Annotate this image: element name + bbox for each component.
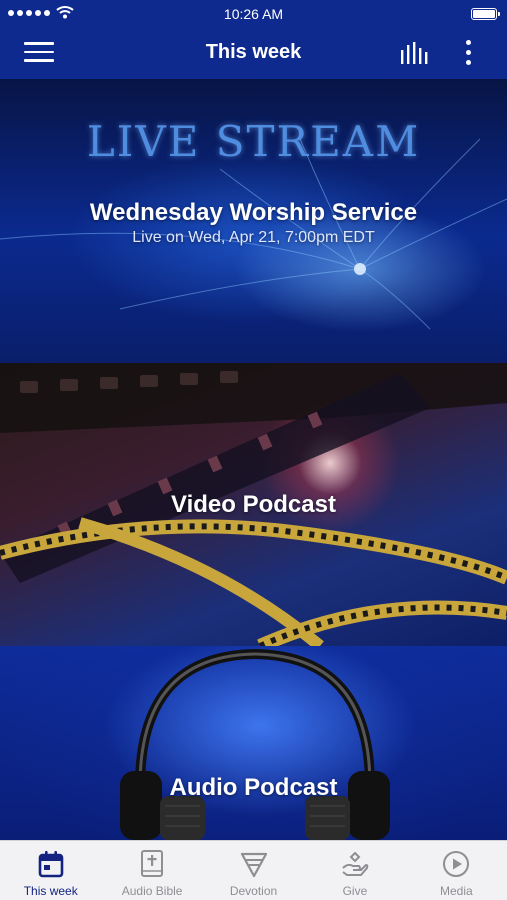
live-stream-schedule: Live on Wed, Apr 21, 7:00pm EDT	[132, 229, 375, 246]
audio-podcast-card[interactable]: Audio Podcast	[0, 646, 507, 840]
tab-devotion[interactable]: Devotion	[203, 841, 304, 900]
tab-bar: This week Audio Bible Devotion Give Medi…	[0, 840, 507, 900]
tab-this-week[interactable]: This week	[0, 841, 101, 900]
live-stream-heading: LIVE STREAM	[86, 117, 421, 166]
video-podcast-title: Video Podcast	[171, 491, 336, 518]
audio-podcast-title: Audio Podcast	[169, 774, 338, 801]
tab-label: Give	[342, 884, 368, 898]
page-title: This week	[205, 41, 302, 63]
tab-give[interactable]: Give	[304, 841, 405, 900]
tab-audio-bible[interactable]: Audio Bible	[101, 841, 202, 900]
bible-icon	[141, 850, 164, 877]
tab-label: Media	[439, 884, 473, 898]
headphones-graphic	[120, 648, 390, 840]
nav-bar: This week	[0, 28, 507, 79]
top-bar: 10:26 AM This week	[0, 0, 507, 79]
audio-bars-icon[interactable]	[400, 42, 430, 64]
tab-media[interactable]: Media	[406, 841, 507, 900]
tab-label: This week	[23, 884, 78, 898]
tab-label: Devotion	[229, 884, 278, 898]
live-stream-card[interactable]: LIVE STREAM Wednesday Worship Service Li…	[0, 79, 507, 363]
video-podcast-card[interactable]: Video Podcast	[0, 363, 507, 646]
play-circle-icon	[443, 851, 470, 877]
live-stream-title: Wednesday Worship Service	[89, 199, 418, 226]
battery-icon	[471, 8, 500, 20]
tab-label: Audio Bible	[121, 884, 183, 898]
more-options-icon[interactable]	[462, 40, 474, 66]
give-hand-icon	[342, 851, 369, 876]
devotion-icon	[240, 852, 267, 878]
calendar-icon	[38, 851, 64, 878]
status-bar: 10:26 AM	[0, 0, 507, 28]
status-time: 10:26 AM	[223, 6, 284, 22]
